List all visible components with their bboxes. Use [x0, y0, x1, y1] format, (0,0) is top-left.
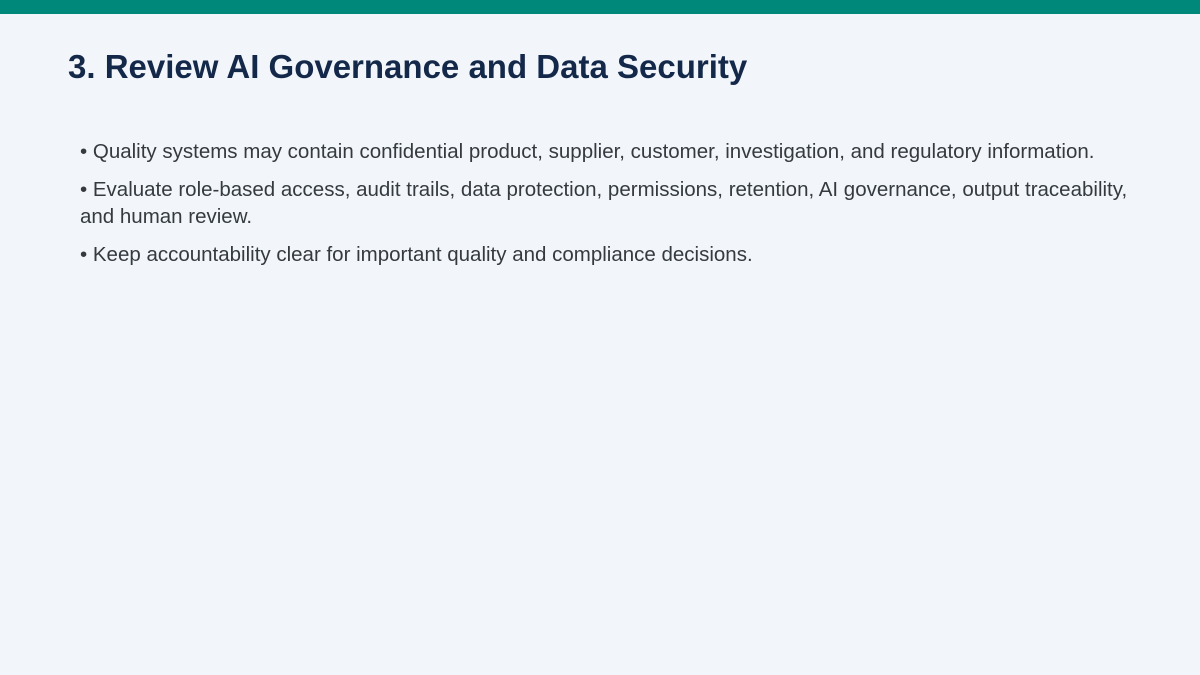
- bullet-list: • Quality systems may contain confidenti…: [80, 138, 1130, 279]
- top-accent-bar: [0, 0, 1200, 14]
- slide-title: 3. Review AI Governance and Data Securit…: [68, 48, 748, 85]
- bullet-item: • Quality systems may contain confidenti…: [80, 140, 1095, 163]
- bullet-item: • Keep accountability clear for importan…: [80, 243, 753, 266]
- bullet-item: • Evaluate role-based access, audit trai…: [80, 178, 1128, 228]
